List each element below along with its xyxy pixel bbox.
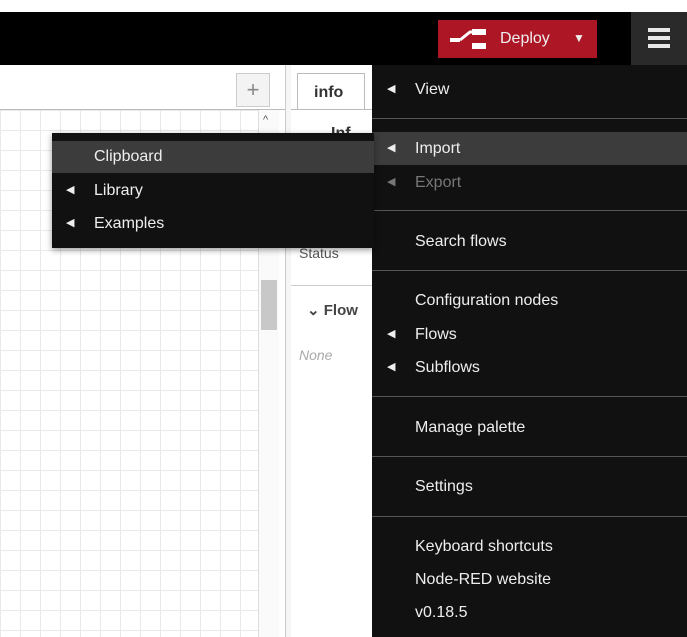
main-menu-button[interactable] [631,12,687,65]
menu-divider [372,396,687,397]
caret-left-icon: ◀ [387,83,396,95]
menu-item-keyboard-shortcuts[interactable]: Keyboard shortcuts [372,530,687,563]
menu-divider [372,210,687,211]
menu-item-search-flows[interactable]: Search flows [372,225,687,258]
menu-item-view[interactable]: ◀ View [372,73,687,106]
menu-item-configuration-nodes[interactable]: Configuration nodes [372,284,687,317]
menu-item-label: Import [415,140,461,157]
menu-item-label: Search flows [415,233,507,250]
tab-info[interactable]: info [297,73,365,110]
import-submenu: Clipboard ◀ Library ◀ Examples [52,133,374,248]
flows-none-label: None [299,347,333,363]
scrollbar-thumb[interactable] [261,280,277,330]
menu-item-node-red-website[interactable]: Node-RED website [372,563,687,596]
menu-divider [372,118,687,119]
submenu-item-examples[interactable]: ◀ Examples [52,208,374,240]
menu-divider [372,516,687,517]
top-strip [0,0,687,12]
caret-down-icon[interactable]: ▼ [573,31,585,45]
menu-item-label: Node-RED website [415,571,552,588]
submenu-item-label: Library [94,182,143,199]
add-flow-button[interactable]: + [236,73,270,107]
deploy-label: Deploy [500,30,550,47]
menu-item-label: View [415,81,450,98]
flows-section-header[interactable]: ⌄ Flow [307,301,358,319]
menu-item-settings[interactable]: Settings [372,470,687,503]
submenu-item-library[interactable]: ◀ Library [52,175,374,207]
menu-item-label: Keyboard shortcuts [415,538,553,555]
caret-left-icon: ◀ [387,176,396,188]
submenu-item-label: Examples [94,215,165,232]
deploy-button[interactable]: Deploy ▼ [438,20,597,58]
chevron-down-icon: ⌄ [307,302,324,319]
menu-divider [372,270,687,271]
menu-divider [372,456,687,457]
menu-item-label: v0.18.5 [415,604,468,621]
menu-item-manage-palette[interactable]: Manage palette [372,411,687,444]
caret-left-icon: ◀ [66,184,75,196]
header-bar: Deploy ▼ [0,12,687,65]
workspace-tabs: + [0,65,285,110]
submenu-item-label: Clipboard [94,148,163,165]
caret-left-icon: ◀ [387,328,396,340]
submenu-item-clipboard[interactable]: Clipboard [52,141,374,173]
caret-left-icon: ◀ [387,361,396,373]
caret-left-icon: ◀ [66,217,75,229]
chevron-up-icon[interactable]: ^ [263,114,268,126]
menu-item-label: Export [415,174,462,191]
menu-item-flows[interactable]: ◀ Flows [372,318,687,351]
menu-item-import[interactable]: ◀ Import [372,132,687,165]
menu-item-label: Settings [415,478,473,495]
caret-left-icon: ◀ [387,142,396,154]
main-menu: ◀ View ◀ Import ◀ Export Search flows Co… [372,65,687,637]
menu-item-subflows[interactable]: ◀ Subflows [372,351,687,384]
deploy-icon [450,29,486,49]
menu-item-version[interactable]: v0.18.5 [372,596,687,629]
menu-item-label: Manage palette [415,419,526,436]
menu-item-label: Subflows [415,359,480,376]
menu-item-export: ◀ Export [372,166,687,199]
menu-item-label: Configuration nodes [415,292,559,309]
menu-item-label: Flows [415,326,457,343]
flows-section-label: Flow [323,302,358,319]
